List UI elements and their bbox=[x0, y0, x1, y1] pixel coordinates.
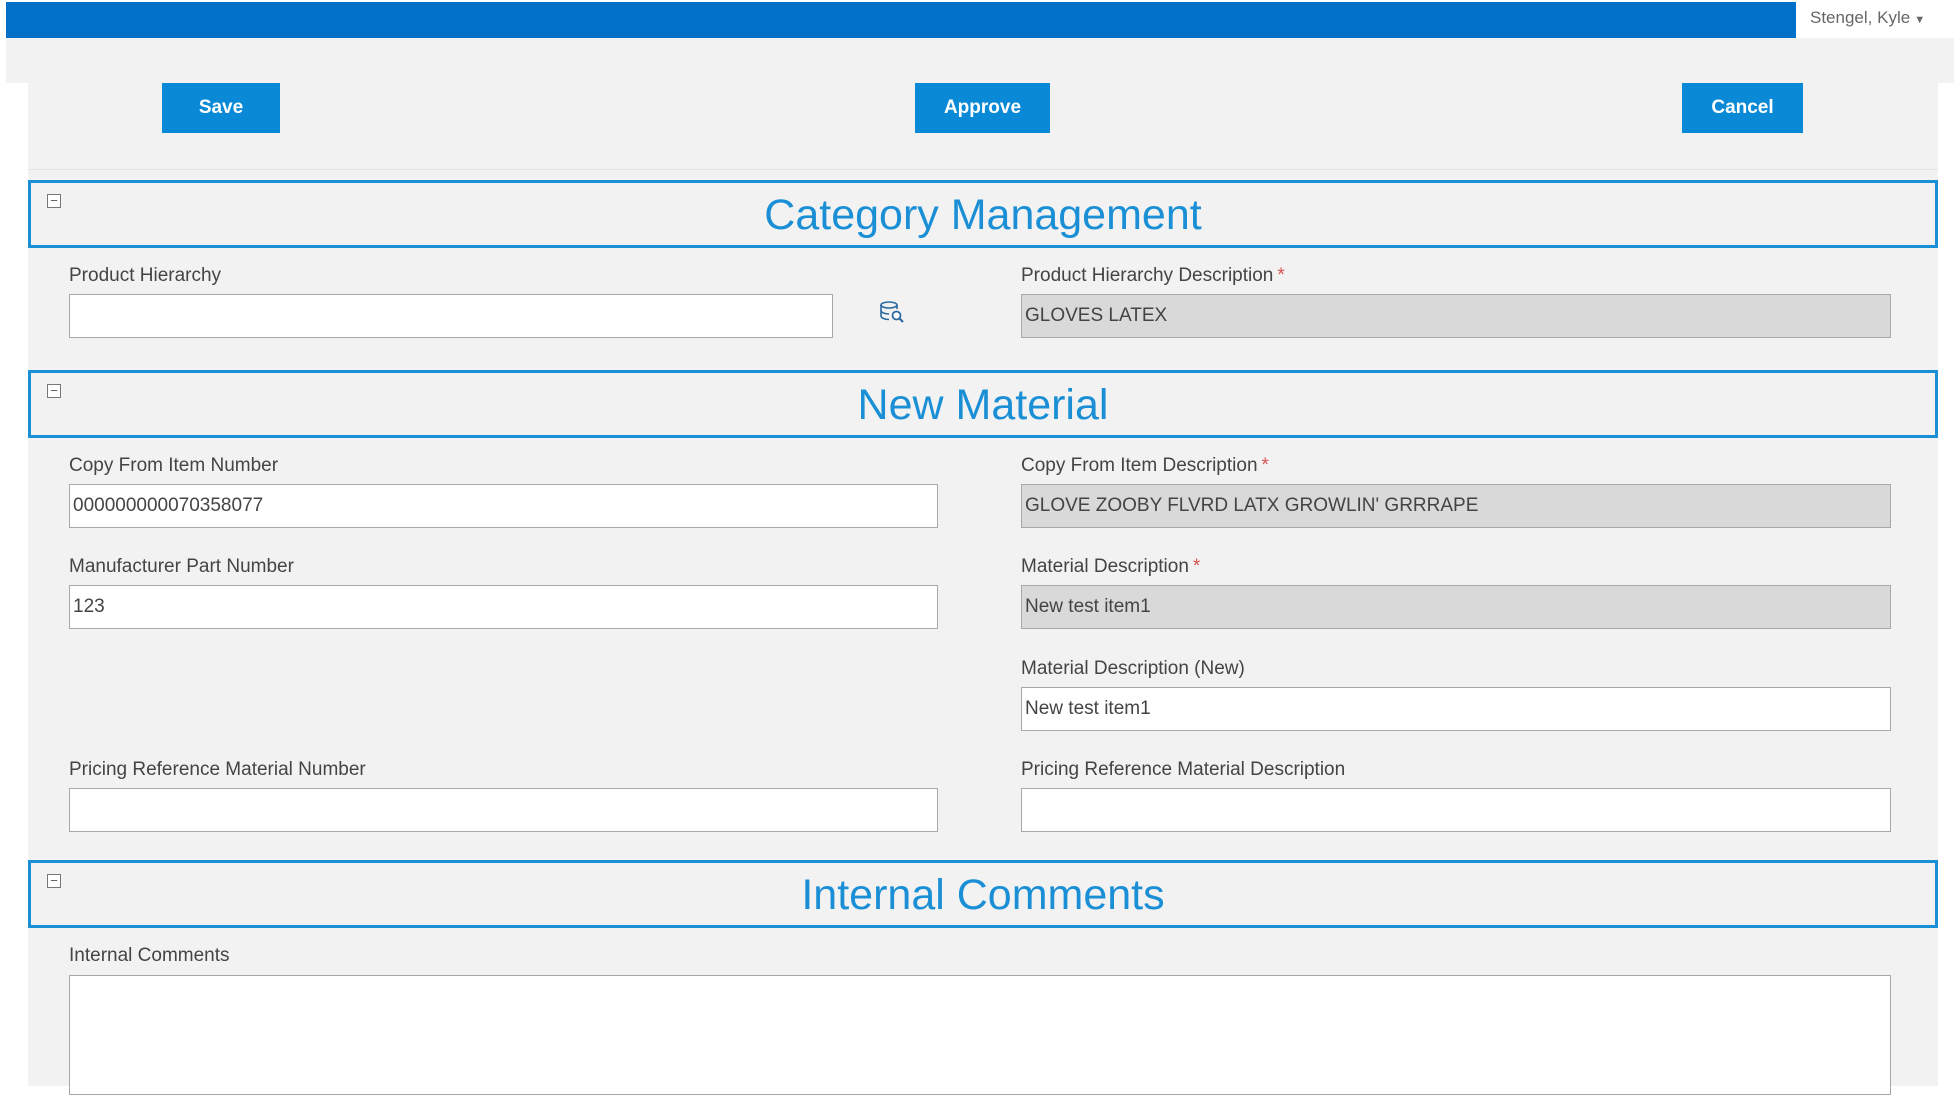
hierarchy-lookup-icon[interactable] bbox=[879, 299, 905, 325]
copy-from-item-number-label: Copy From Item Number bbox=[69, 455, 279, 476]
required-marker: * bbox=[1277, 265, 1285, 286]
product-hierarchy-input[interactable] bbox=[69, 294, 833, 338]
form-content: Save Approve Cancel − Category Managemen… bbox=[28, 83, 1938, 1095]
pricing-reference-material-number-label: Pricing Reference Material Number bbox=[69, 759, 366, 780]
required-marker: * bbox=[1261, 455, 1269, 476]
material-description-new-label: Material Description (New) bbox=[1021, 658, 1245, 679]
section-header-category-management: − Category Management bbox=[28, 180, 1938, 248]
product-hierarchy-description-field bbox=[1021, 294, 1891, 338]
cancel-button[interactable]: Cancel bbox=[1682, 83, 1803, 133]
required-marker: * bbox=[1192, 556, 1201, 577]
material-description-new-input[interactable] bbox=[1021, 687, 1891, 731]
user-name: Stengel, Kyle bbox=[1810, 8, 1911, 27]
copy-from-item-description-field bbox=[1021, 484, 1891, 528]
section-title: New Material bbox=[857, 381, 1109, 429]
product-hierarchy-description-label: Product Hierarchy Description * bbox=[1021, 265, 1285, 287]
save-button[interactable]: Save bbox=[162, 83, 280, 133]
internal-comments-label: Internal Comments bbox=[69, 945, 230, 966]
internal-comments-textarea[interactable] bbox=[69, 975, 1891, 1095]
user-menu[interactable]: Stengel, Kyle ▼ bbox=[1810, 8, 1925, 28]
label-text: Product Hierarchy Description bbox=[1021, 265, 1274, 286]
section-header-new-material: − New Material bbox=[28, 370, 1938, 438]
sub-header-bar bbox=[6, 38, 1954, 83]
copy-from-item-number-input[interactable] bbox=[69, 484, 938, 528]
top-navigation-bar bbox=[6, 2, 1796, 38]
label-text: Material Description bbox=[1021, 556, 1189, 577]
manufacturer-part-number-input[interactable] bbox=[69, 585, 938, 629]
toolbar-divider bbox=[28, 169, 1938, 170]
caret-down-icon: ▼ bbox=[1914, 14, 1926, 26]
pricing-reference-material-description-label: Pricing Reference Material Description bbox=[1021, 759, 1346, 780]
product-hierarchy-label: Product Hierarchy bbox=[69, 265, 222, 286]
section-header-internal-comments: − Internal Comments bbox=[28, 860, 1938, 928]
pricing-reference-material-description-input[interactable] bbox=[1021, 788, 1891, 832]
section-title: Category Management bbox=[764, 191, 1202, 239]
pricing-reference-material-number-input[interactable] bbox=[69, 788, 938, 832]
material-description-label: Material Description * bbox=[1021, 556, 1200, 578]
section-title: Internal Comments bbox=[801, 871, 1165, 919]
copy-from-item-description-label: Copy From Item Description * bbox=[1021, 455, 1269, 477]
manufacturer-part-number-label: Manufacturer Part Number bbox=[69, 556, 294, 577]
label-text: Copy From Item Description bbox=[1021, 455, 1258, 476]
material-description-field bbox=[1021, 585, 1891, 629]
approve-button[interactable]: Approve bbox=[915, 83, 1050, 133]
